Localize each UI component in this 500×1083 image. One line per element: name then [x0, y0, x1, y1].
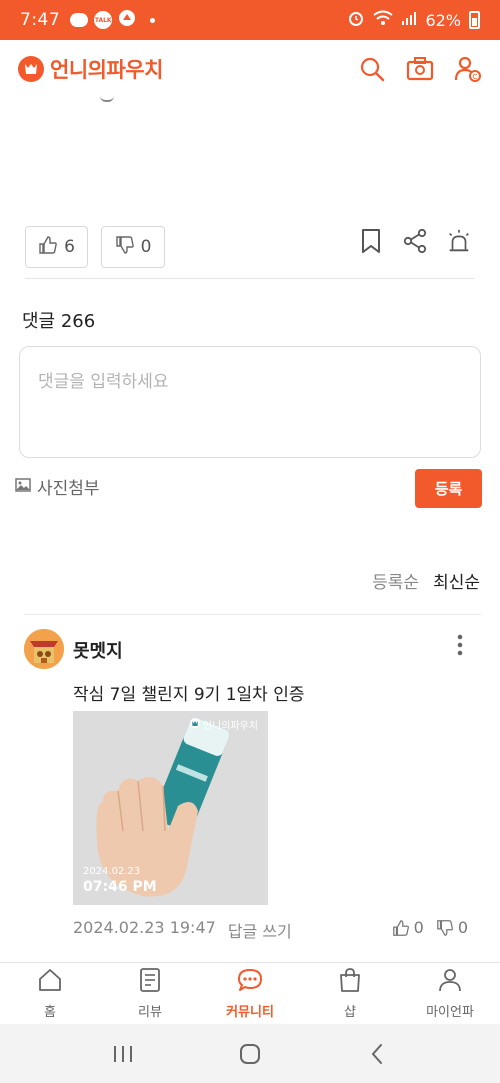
profile-icon [437, 967, 463, 997]
photo-time: 07:46 PM [83, 879, 157, 895]
photo-attach-button[interactable]: 사진첨부 [15, 474, 100, 499]
avatar[interactable] [24, 629, 64, 669]
camera-icon[interactable] [406, 55, 434, 83]
comment-votes: 0 0 [392, 918, 468, 937]
system-nav [0, 1024, 500, 1083]
notification-icons: TALK [70, 9, 156, 32]
post-like-count: 6 [64, 237, 75, 257]
bookmark-icon[interactable] [358, 228, 384, 254]
battery-percent: 62% [425, 10, 461, 30]
comment-dislike-button[interactable]: 0 [436, 918, 468, 937]
post-dislike-button[interactable]: 0 [101, 226, 165, 268]
logo-text[interactable]: 언니의파우치 [50, 54, 163, 84]
delivery-icon [118, 9, 136, 32]
nav-shop[interactable]: 샵 [300, 963, 400, 1024]
comment-sort: 등록순 최신순 [372, 568, 480, 593]
home-button-icon[interactable] [235, 1039, 265, 1069]
recent-apps-icon[interactable] [108, 1039, 138, 1069]
register-button[interactable]: 등록 [415, 469, 482, 508]
signal-icon [401, 10, 417, 30]
comment-text: 작심 7일 챌린지 9기 1일차 인증 [73, 685, 305, 705]
home-icon [37, 967, 63, 997]
back-icon[interactable] [362, 1039, 392, 1069]
community-icon [237, 967, 263, 997]
thumbs-up-icon [38, 235, 58, 260]
nav-label: 커뮤니티 [226, 1005, 274, 1020]
search-icon[interactable] [358, 55, 386, 83]
nav-home[interactable]: 홈 [0, 963, 100, 1024]
bottom-nav: 홈 리뷰 커뮤니티 샵 마이언파 [0, 962, 500, 1024]
comment-date: 2024.02.23 19:47 [73, 918, 216, 937]
talk-icon: TALK [94, 11, 113, 29]
comment-dislike-count: 0 [457, 918, 468, 937]
comment-count: 댓글 266 [22, 311, 96, 332]
nav-community[interactable]: 커뮤니티 [200, 963, 300, 1024]
comment-username[interactable]: 못멧지 [73, 637, 123, 663]
share-icon[interactable] [402, 228, 428, 254]
photo-attach-label: 사진첨부 [37, 479, 100, 499]
alarm-icon [347, 9, 365, 31]
photo-date: 2024.02.23 [83, 866, 141, 877]
message-icon [70, 13, 89, 27]
more-vertical-icon[interactable] [448, 630, 472, 660]
nav-label: 샵 [344, 1005, 356, 1020]
comment-input[interactable] [19, 346, 481, 458]
sort-by-registration[interactable]: 등록순 [372, 568, 419, 593]
reply-button[interactable]: 답글 쓰기 [228, 918, 292, 942]
shop-icon [337, 967, 363, 997]
wifi-icon [373, 10, 394, 30]
nav-label: 마이언파 [426, 1005, 474, 1020]
logo-icon [189, 718, 200, 731]
photo-watermark: 언니의파우치 [189, 717, 258, 732]
svg-text:C: C [473, 73, 478, 81]
status-right: 62% [347, 9, 480, 31]
review-icon [137, 967, 163, 997]
comment-photo[interactable]: 언니의파우치 2024.02.23 07:46 PM [73, 711, 268, 905]
post-actions [358, 228, 472, 254]
comment-like-button[interactable]: 0 [392, 918, 424, 937]
thumbs-up-icon [392, 919, 410, 937]
image-icon [15, 477, 31, 497]
battery-icon [469, 11, 480, 29]
nav-label: 리뷰 [138, 1005, 162, 1020]
divider [24, 614, 481, 615]
status-time: 7:47 [20, 10, 61, 30]
post-like-button[interactable]: 6 [25, 226, 88, 268]
account-icon[interactable]: C [454, 55, 482, 83]
comment-meta: 2024.02.23 19:47 답글 쓰기 [73, 918, 292, 942]
logo-icon[interactable] [18, 56, 44, 82]
app-header: 언니의파우치 C [0, 40, 500, 98]
more-notifications-dot [150, 17, 156, 23]
post-dislike-count: 0 [140, 237, 152, 257]
report-siren-icon[interactable] [446, 228, 472, 254]
nav-review[interactable]: 리뷰 [100, 963, 200, 1024]
thumbs-down-icon [436, 919, 454, 937]
divider [25, 278, 475, 279]
thumbs-down-icon [115, 235, 135, 260]
nav-label: 홈 [44, 1005, 56, 1020]
comment-like-count: 0 [413, 918, 424, 937]
sort-latest[interactable]: 최신순 [433, 568, 480, 593]
nav-my[interactable]: 마이언파 [400, 963, 500, 1024]
status-bar: 7:47 TALK 62% [0, 0, 500, 40]
partial-content [100, 96, 114, 102]
